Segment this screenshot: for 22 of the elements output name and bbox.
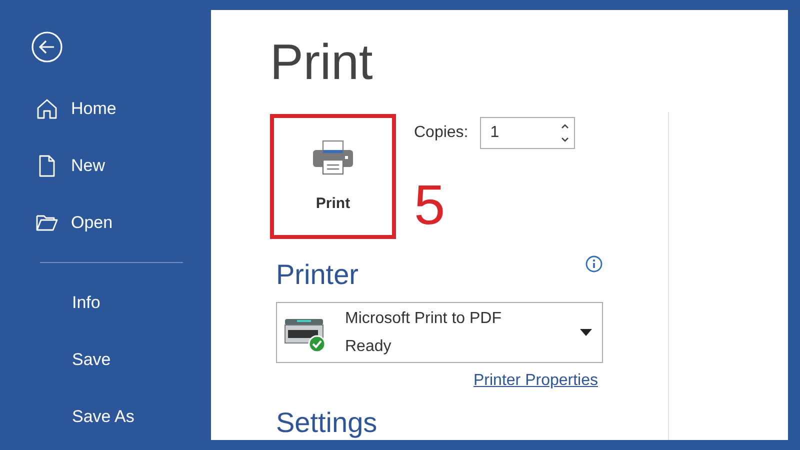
printer-dropdown[interactable]: Microsoft Print to PDF Ready bbox=[276, 302, 603, 363]
info-icon[interactable] bbox=[585, 255, 603, 273]
step-number: 5 bbox=[414, 179, 446, 231]
print-button[interactable]: Print bbox=[270, 114, 396, 239]
home-icon bbox=[35, 96, 59, 120]
copies-spinner[interactable]: 1 bbox=[480, 117, 576, 149]
sidebar-item[interactable]: Save bbox=[72, 346, 111, 372]
copies-label: Copies: bbox=[414, 123, 468, 143]
sidebar-item[interactable]: Home bbox=[71, 96, 116, 122]
page-title: Print bbox=[270, 33, 374, 92]
printer-name: Microsoft Print to PDF bbox=[345, 308, 502, 328]
sidebar-item[interactable]: Open bbox=[71, 210, 113, 236]
printer-icon bbox=[312, 140, 354, 176]
section-heading: Printer bbox=[276, 258, 358, 292]
sidebar-item[interactable]: New bbox=[71, 152, 106, 178]
caret-icon bbox=[580, 329, 592, 336]
sidebar-item[interactable]: Info bbox=[72, 290, 100, 316]
up-down-arrows-icon bbox=[560, 122, 570, 144]
printer-properties-link[interactable]: Printer Properties bbox=[474, 369, 598, 393]
printer-status: Ready bbox=[345, 336, 392, 356]
sidebar-item[interactable]: Save As bbox=[72, 404, 134, 430]
section-heading: Settings bbox=[276, 407, 378, 439]
